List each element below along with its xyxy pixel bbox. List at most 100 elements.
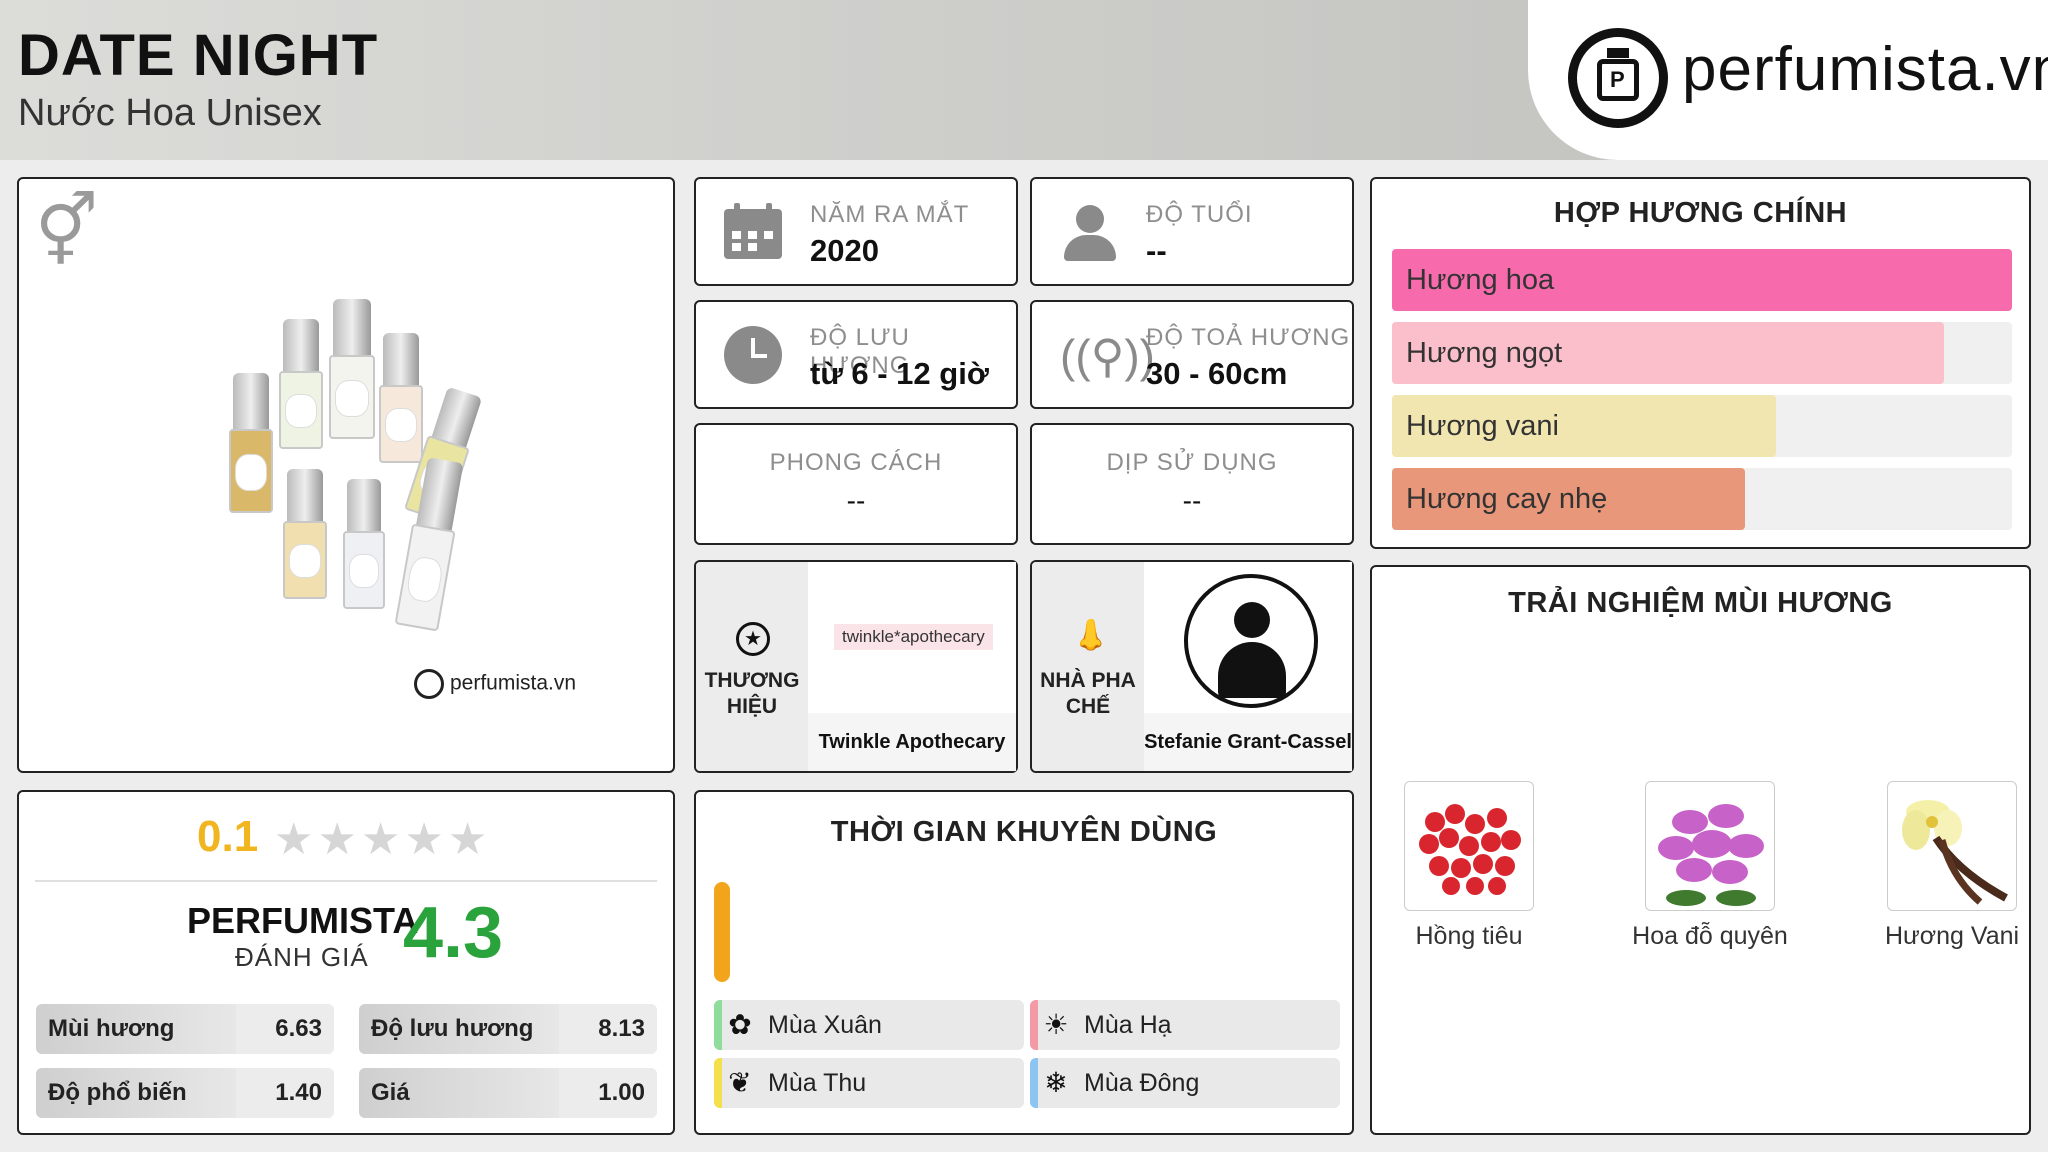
page-title: DATE NIGHT <box>18 23 379 88</box>
star-icon[interactable]: ★ <box>317 814 356 865</box>
accord-bar: Hương cay nhẹ <box>1392 468 2012 530</box>
metric-label: Giá <box>371 1079 410 1106</box>
occasion-label: DỊP SỬ DỤNG <box>1106 449 1278 476</box>
age-label: ĐỘ TUỔI <box>1146 201 1253 228</box>
metric-price: Giá 1.00 <box>359 1068 657 1118</box>
metric-scent: Mùi hương 6.63 <box>36 1004 334 1054</box>
scent-experience-card: TRẢI NGHIỆM MÙI HƯƠNG Hồng tiêu Hoa đỗ q… <box>1370 565 2031 1135</box>
diffusion-icon: ((⚲)) <box>1060 330 1155 382</box>
season-name: Mùa Hạ <box>1084 1011 1172 1039</box>
metric-longevity: Độ lưu hương 8.13 <box>359 1004 657 1054</box>
sillage-value: 30 - 60cm <box>1146 356 1288 391</box>
star-icon[interactable]: ★ <box>404 814 443 865</box>
note-name: Hương Vani <box>1884 922 2020 950</box>
brand-label-panel: ★ THƯƠNG HIỆU <box>696 562 808 771</box>
metric-popularity: Độ phổ biến 1.40 <box>36 1068 334 1118</box>
brand-logo-text: twinkle*apothecary <box>834 624 993 650</box>
clock-icon <box>724 326 784 386</box>
logo-text: perfumista.vn <box>1682 35 2048 104</box>
star-rating[interactable]: ★★★★★ <box>274 814 491 865</box>
accord-bar: Hương hoa <box>1392 249 2012 311</box>
accord-bar: Hương ngọt <box>1392 322 2012 384</box>
note-item[interactable]: Hoa đỗ quyên <box>1630 781 1790 951</box>
calendar-icon <box>724 203 784 263</box>
note-item[interactable]: Hồng tiêu <box>1389 781 1549 951</box>
perfumista-rating-title: PERFUMISTA <box>187 900 419 941</box>
main-accords-title: HỢP HƯƠNG CHÍNH <box>1553 197 1848 229</box>
season-name: Mùa Thu <box>768 1069 867 1097</box>
note-item[interactable]: Hương Vani <box>1872 781 2032 951</box>
sillage-label: ĐỘ TOẢ HƯƠNG <box>1146 324 1351 351</box>
longevity-tile: ĐỘ LƯU HƯƠNG từ 6 - 12 giờ <box>694 300 1018 409</box>
accord-name: Hương ngọt <box>1406 337 1563 369</box>
perfumista-rating-subtitle: ĐÁNH GIÁ <box>235 942 369 972</box>
product-photo <box>219 299 519 649</box>
season-winter: ❄ Mùa Đông <box>1030 1058 1340 1108</box>
star-icon[interactable]: ★ <box>361 814 400 865</box>
perfumer-tile[interactable]: 👃 NHÀ PHA CHẾ Stefanie Grant-Cassel <box>1030 560 1354 773</box>
style-label: PHONG CÁCH <box>769 449 943 476</box>
sillage-tile: ((⚲)) ĐỘ TOẢ HƯƠNG 30 - 60cm <box>1030 300 1354 409</box>
header: DATE NIGHT Nước Hoa Unisex P perfumista.… <box>0 0 2048 160</box>
metric-label: Mùi hương <box>48 1015 175 1042</box>
pink-pepper-image <box>1404 781 1534 911</box>
watermark: perfumista.vn <box>414 669 576 699</box>
sun-icon: ☀ <box>1043 1009 1069 1040</box>
season-spring: ✿ Mùa Xuân <box>714 1000 1024 1050</box>
rating-card: 0.1 ★★★★★ PERFUMISTA ĐÁNH GIÁ 4.3 Mùi hư… <box>17 790 675 1135</box>
star-icon[interactable]: ★ <box>274 814 313 865</box>
age-tile: ĐỘ TUỔI -- <box>1030 177 1354 286</box>
season-name: Mùa Xuân <box>768 1011 882 1039</box>
perfumer-avatar <box>1144 562 1352 717</box>
star-icon[interactable]: ★ <box>448 814 487 865</box>
season-summer: ☀ Mùa Hạ <box>1030 1000 1340 1050</box>
brand-logo[interactable]: P perfumista.vn <box>1528 0 2048 160</box>
release-year-tile: NĂM RA MẮT 2020 <box>694 177 1018 286</box>
nose-icon: 👃 <box>1072 619 1110 652</box>
brand-tile[interactable]: ★ THƯƠNG HIỆU twinkle*apothecary Twinkle… <box>694 560 1018 773</box>
perfumer-icon <box>1184 574 1318 708</box>
perfumer-label: NHÀ PHA CHẾ <box>1040 669 1136 718</box>
longevity-value: từ 6 - 12 giờ <box>810 356 989 391</box>
vanilla-image <box>1887 781 2017 911</box>
occasion-tile: DỊP SỬ DỤNG -- <box>1030 423 1354 545</box>
leaf-icon: ❦ <box>728 1067 752 1098</box>
occasion-value: -- <box>1182 485 1202 516</box>
unisex-gender-icon: ⚥ <box>35 192 99 270</box>
page-subtitle: Nước Hoa Unisex <box>18 92 322 134</box>
main-accords-card: HỢP HƯƠNG CHÍNH Hương hoa Hương ngọt Hương… <box>1370 177 2031 549</box>
note-name: Hoa đỗ quyên <box>1632 922 1788 950</box>
product-image-card: ⚥ perfumista.vn <box>17 177 675 773</box>
style-value: -- <box>846 485 866 516</box>
recommended-time-card: THỜI GIAN KHUYÊN DÙNG ✿ Mùa Xuân ☀ Mùa H… <box>694 790 1354 1135</box>
brand-name[interactable]: Twinkle Apothecary <box>808 713 1016 771</box>
season-name: Mùa Đông <box>1084 1069 1200 1097</box>
scent-experience-title: TRẢI NGHIỆM MÙI HƯƠNG <box>1508 587 1893 619</box>
accord-name: Hương cay nhẹ <box>1406 483 1608 515</box>
metric-label: Độ phổ biến <box>48 1079 187 1106</box>
brand-label: THƯƠNG HIỆU <box>704 669 800 718</box>
person-icon <box>1060 203 1120 263</box>
divider <box>35 880 657 882</box>
note-name: Hồng tiêu <box>1415 922 1523 950</box>
flower-icon: ✿ <box>728 1009 752 1040</box>
metric-label: Độ lưu hương <box>371 1015 534 1042</box>
perfumista-logo-icon: P <box>1568 28 1668 128</box>
accord-bar: Hương vani <box>1392 395 2012 457</box>
release-year-value: 2020 <box>810 233 879 268</box>
metric-value: 1.00 <box>598 1079 645 1106</box>
perfumer-name[interactable]: Stefanie Grant-Cassel <box>1144 713 1352 771</box>
metric-value: 6.63 <box>275 1015 322 1042</box>
style-tile: PHONG CÁCH -- <box>694 423 1018 545</box>
perfumista-score: 4.3 <box>403 893 504 973</box>
snowflake-icon: ❄ <box>1044 1067 1068 1098</box>
age-value: -- <box>1146 233 1167 268</box>
brand-logo-image: twinkle*apothecary <box>808 562 1016 717</box>
day-night-bar <box>714 882 730 982</box>
perfumista-watermark-icon <box>414 669 444 699</box>
perfumer-label-panel: 👃 NHÀ PHA CHẾ <box>1032 562 1144 771</box>
metric-value: 8.13 <box>598 1015 645 1042</box>
star-rating-value: 0.1 <box>197 812 259 861</box>
accord-name: Hương vani <box>1406 410 1559 442</box>
season-autumn: ❦ Mùa Thu <box>714 1058 1024 1108</box>
